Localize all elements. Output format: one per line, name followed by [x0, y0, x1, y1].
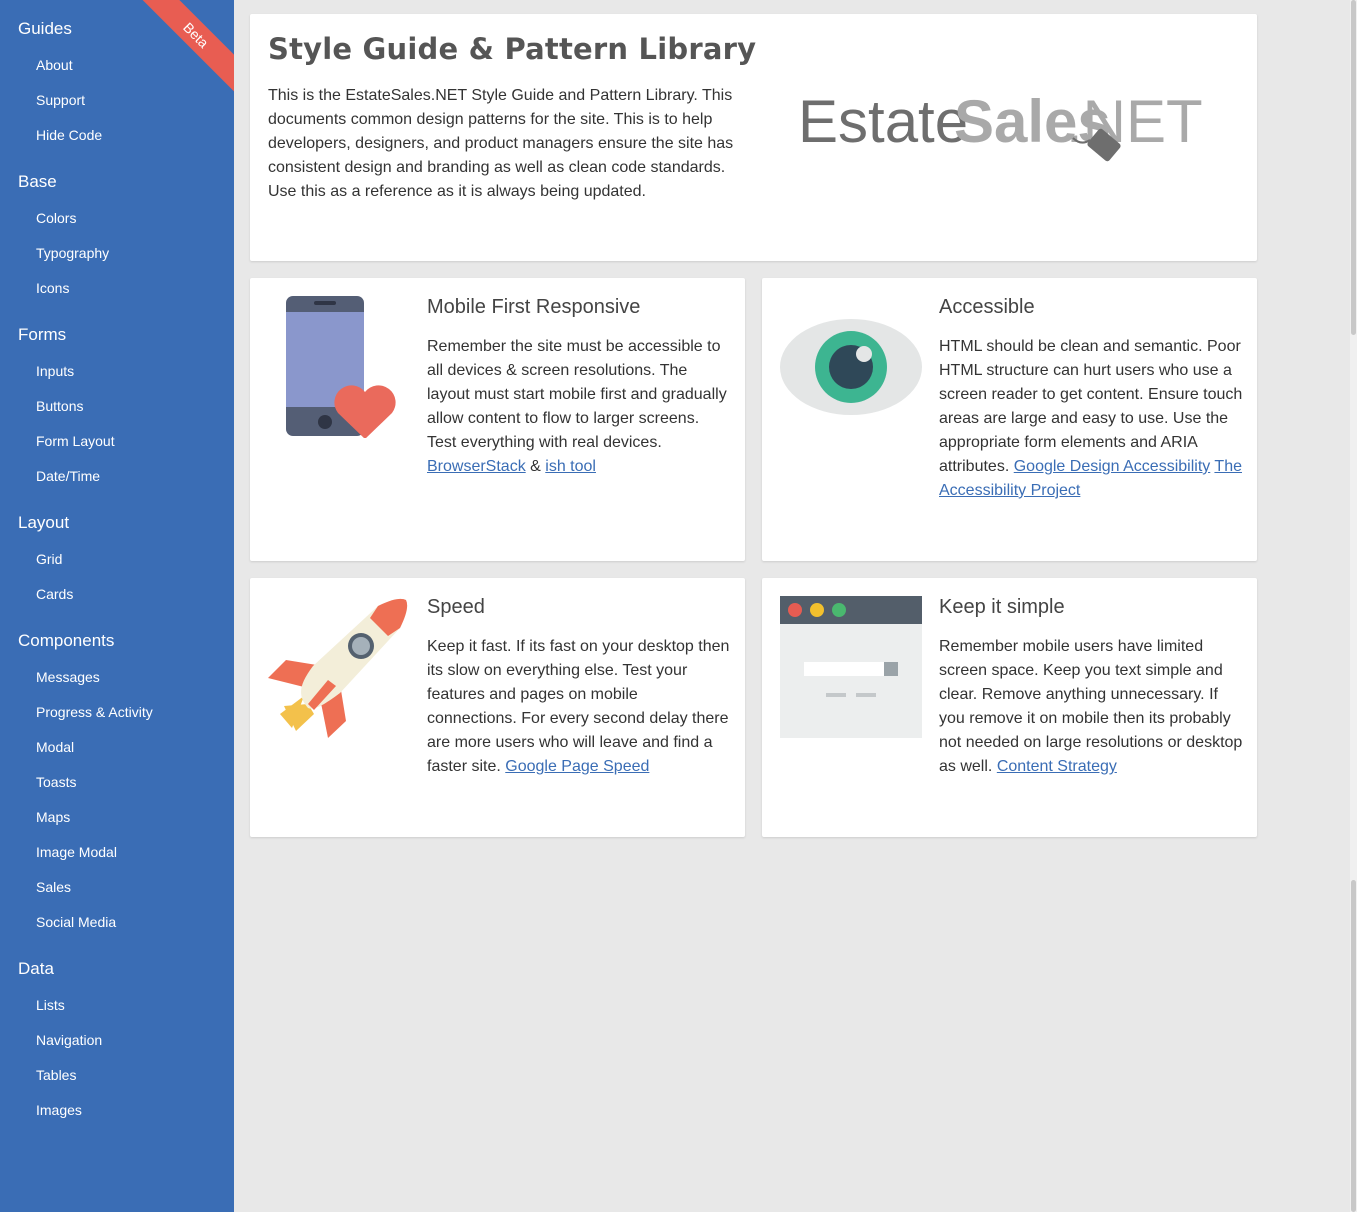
sidebar-item-progress-activity[interactable]: Progress & Activity [0, 695, 234, 730]
ish-tool-link[interactable]: ish tool [545, 458, 596, 475]
beta-ribbon-label: Beta [137, 0, 234, 94]
sidebar-item-hide-code[interactable]: Hide Code [0, 118, 234, 153]
nav-group-forms: Forms Inputs Buttons Form Layout Date/Time [0, 324, 234, 494]
beta-ribbon: Beta [134, 0, 234, 100]
sidebar-item-maps[interactable]: Maps [0, 800, 234, 835]
feature-card-speed: Speed Keep it fast. If its fast on your … [250, 578, 745, 837]
feature-card-mobile: Mobile First Responsive Remember the sit… [250, 278, 745, 561]
sidebar-item-social-media[interactable]: Social Media [0, 905, 234, 940]
nav-group-components: Components Messages Progress & Activity Mod… [0, 630, 234, 940]
page-scrollbar[interactable] [1350, 0, 1357, 1212]
page-title: Style Guide & Pattern Library [268, 32, 757, 66]
sidebar-item-icons[interactable]: Icons [0, 271, 234, 306]
feature-title: Keep it simple [939, 596, 1065, 618]
sidebar-item-toasts[interactable]: Toasts [0, 765, 234, 800]
feature-text: Keep it fast. If its fast on your deskto… [427, 638, 730, 775]
google-page-speed-link[interactable]: Google Page Speed [505, 758, 649, 775]
sidebar-item-typography[interactable]: Typography [0, 236, 234, 271]
content-strategy-link[interactable]: Content Strategy [997, 758, 1117, 775]
feature-text: Remember the site must be accessible to … [427, 338, 727, 475]
sidebar-item-form-layout[interactable]: Form Layout [0, 424, 234, 459]
feature-title: Accessible [939, 296, 1035, 318]
nav-group-base: Base Colors Typography Icons [0, 171, 234, 306]
sidebar: Guides About Support Hide Code Base Colors Typ… [0, 0, 234, 1212]
feature-text: Remember mobile users have limited scree… [939, 638, 1243, 775]
sidebar-item-messages[interactable]: Messages [0, 660, 234, 695]
sidebar-item-image-modal[interactable]: Image Modal [0, 835, 234, 870]
feature-text: HTML should be clean and semantic. Poor … [939, 338, 1243, 499]
sidebar-item-sales[interactable]: Sales [0, 870, 234, 905]
sidebar-nav: Guides About Support Hide Code Base Colors Typ… [0, 18, 234, 1128]
sidebar-item-buttons[interactable]: Buttons [0, 389, 234, 424]
nav-heading: Components [18, 631, 115, 650]
scrollbar-thumb-lower[interactable] [1351, 880, 1356, 1212]
rocket-icon [268, 598, 408, 738]
nav-heading: Base [18, 172, 57, 191]
hero-card: Style Guide & Pattern Library This is th… [250, 14, 1257, 261]
sidebar-item-modal[interactable]: Modal [0, 730, 234, 765]
feature-card-simple: Keep it simple Remember mobile users hav… [762, 578, 1257, 837]
sidebar-item-colors[interactable]: Colors [0, 201, 234, 236]
phone-heart-icon [286, 296, 396, 438]
sidebar-item-cards[interactable]: Cards [0, 577, 234, 612]
feature-title: Mobile First Responsive [427, 296, 641, 318]
sidebar-item-tables[interactable]: Tables [0, 1058, 234, 1093]
nav-heading: Data [18, 959, 54, 978]
eye-icon [780, 319, 922, 415]
sidebar-item-grid[interactable]: Grid [0, 542, 234, 577]
sidebar-item-images[interactable]: Images [0, 1093, 234, 1128]
sidebar-item-date-time[interactable]: Date/Time [0, 459, 234, 494]
nav-group-data: Data Lists Navigation Tables Images [0, 958, 234, 1128]
nav-heading: Layout [18, 513, 70, 532]
nav-group-layout: Layout Grid Cards [0, 512, 234, 612]
feature-card-accessible: Accessible HTML should be clean and sema… [762, 278, 1257, 561]
sidebar-item-navigation[interactable]: Navigation [0, 1023, 234, 1058]
sidebar-item-lists[interactable]: Lists [0, 988, 234, 1023]
nav-heading: Forms [18, 325, 67, 344]
logo-text-estate: Estate [798, 88, 968, 155]
browserstack-link[interactable]: BrowserStack [427, 458, 526, 475]
sidebar-item-inputs[interactable]: Inputs [0, 354, 234, 389]
feature-title: Speed [427, 596, 485, 618]
scrollbar-thumb[interactable] [1351, 0, 1356, 335]
hero-description: This is the EstateSales.NET Style Guide … [268, 87, 734, 200]
browser-window-icon [780, 596, 922, 738]
logo-text-net: .NET [1066, 88, 1203, 155]
google-design-accessibility-link[interactable]: Google Design Accessibility [1014, 458, 1211, 475]
estatesales-logo: Estate Sales .NET [798, 88, 1203, 162]
